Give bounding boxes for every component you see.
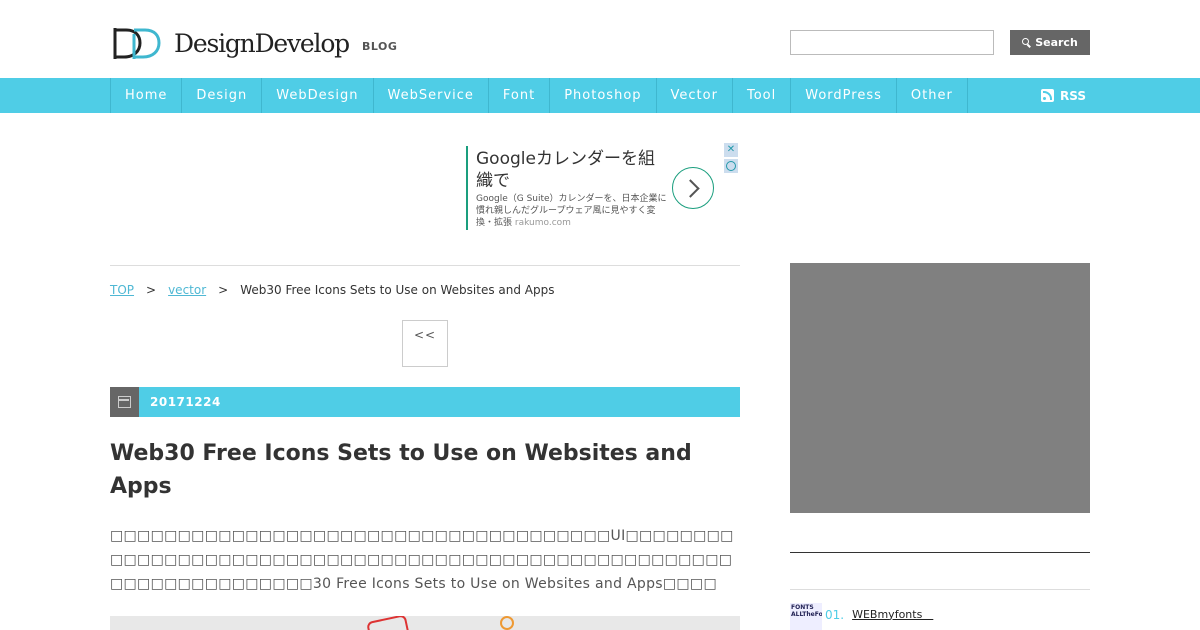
ad-description: Google（G Suite）カレンダーを、日本企業に慣れ親しんだグループウェア…: [476, 193, 672, 229]
site-logo[interactable]: DesignDevelop BLOG: [112, 26, 397, 60]
search-icon: [1022, 38, 1030, 45]
ad-headline[interactable]: Googleカレンダーを組織で: [476, 148, 666, 192]
prev-post-button[interactable]: <<: [402, 320, 448, 367]
date-icon-box: [110, 387, 139, 417]
breadcrumb-current: Web30 Free Icons Sets to Use on Websites…: [240, 283, 555, 297]
breadcrumb-separator: >: [218, 283, 229, 297]
search-button-label: Search: [1035, 36, 1078, 49]
ad-domain: rakumo.com: [514, 218, 571, 228]
post-date-bar: 20171224: [110, 387, 740, 417]
post-featured-image[interactable]: [110, 616, 740, 630]
nav-item-other[interactable]: Other: [897, 78, 968, 113]
nav-list: Home Design WebDesign WebService Font Ph…: [110, 78, 968, 113]
nav-item-webdesign[interactable]: WebDesign: [262, 78, 374, 113]
ranking-title-link[interactable]: WEBmyfonts: [852, 606, 933, 622]
main-nav: Home Design WebDesign WebService Font Ph…: [0, 78, 1200, 113]
nav-item-vector[interactable]: Vector: [657, 78, 733, 113]
search-input[interactable]: [790, 30, 994, 55]
nav-item-tool[interactable]: Tool: [733, 78, 792, 113]
nav-item-design[interactable]: Design: [182, 78, 263, 113]
ad-close-icon[interactable]: ✕: [724, 143, 738, 157]
search-button[interactable]: Search: [1010, 30, 1090, 55]
post-date: 20171224: [150, 395, 221, 409]
breadcrumb-top-link[interactable]: TOP: [110, 283, 134, 297]
site-header: DesignDevelop BLOG Search: [0, 0, 1200, 78]
rss-label: RSS: [1060, 88, 1086, 103]
content-divider: [110, 265, 740, 266]
ad-arrow-right-icon[interactable]: [672, 167, 714, 209]
ranking-item[interactable]: FONTS ALLTheFo 01. WEBmyfonts: [790, 603, 1090, 630]
nav-item-webservice[interactable]: WebService: [374, 78, 489, 113]
logo-mark-icon: [113, 28, 161, 59]
nav-item-wordpress[interactable]: WordPress: [791, 78, 897, 113]
rss-icon: [1041, 89, 1054, 102]
ad-info-icon[interactable]: [724, 159, 738, 173]
breadcrumb-category-link[interactable]: vector: [168, 283, 206, 297]
sidebar-ad[interactable]: [790, 263, 1090, 513]
calendar-icon: [118, 396, 131, 408]
breadcrumb-separator: >: [146, 283, 157, 297]
breadcrumb: TOP > vector > Web30 Free Icons Sets to …: [110, 283, 555, 297]
post-title: Web30 Free Icons Sets to Use on Websites…: [110, 441, 692, 499]
nav-item-photoshop[interactable]: Photoshop: [550, 78, 657, 113]
top-ad[interactable]: Googleカレンダーを組織で Google（G Suite）カレンダーを、日本…: [466, 143, 738, 230]
ranking-number: 01.: [825, 607, 845, 622]
logo-badge: BLOG: [361, 39, 398, 53]
ranking-thumbnail[interactable]: FONTS ALLTheFo: [790, 603, 822, 630]
image-art-shape: [366, 616, 410, 630]
ad-description-text: Google（G Suite）カレンダーを、日本企業に慣れ親しんだグループウェア…: [476, 194, 667, 228]
post-excerpt: □□□□□□□□□□□□□□□□□□□□□□□□□□□□□□□□□□□□□UI□…: [110, 528, 734, 592]
nav-item-font[interactable]: Font: [489, 78, 551, 113]
image-art-shape: [500, 616, 514, 630]
logo-text: DesignDevelop: [174, 28, 350, 58]
nav-item-home[interactable]: Home: [111, 78, 183, 113]
sidebar-divider: [790, 589, 1090, 590]
sidebar-divider: [790, 552, 1090, 553]
rss-link[interactable]: RSS: [1041, 88, 1086, 103]
